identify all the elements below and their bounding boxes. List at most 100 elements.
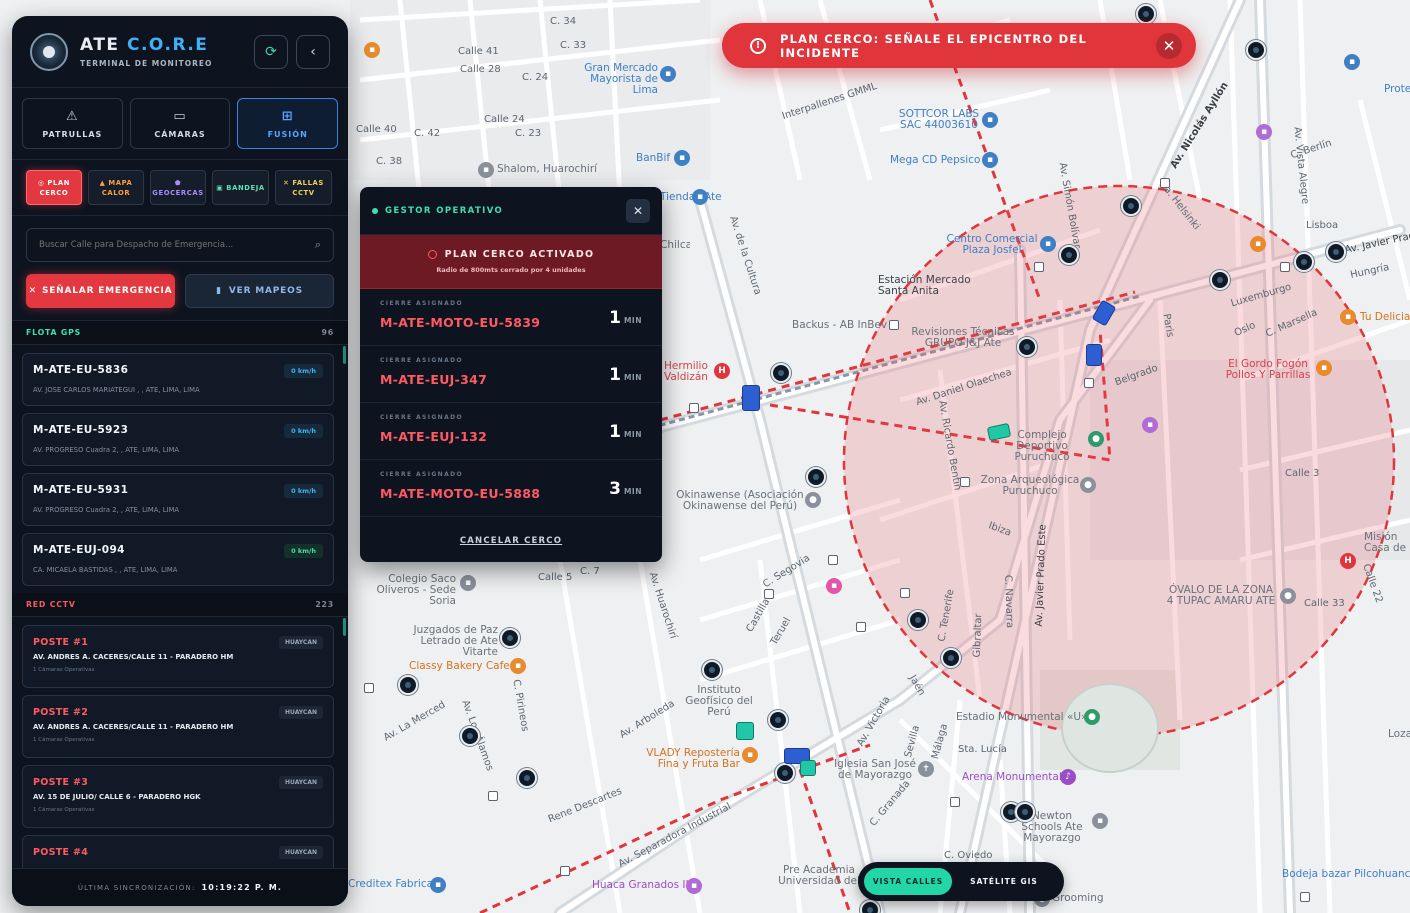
mapa-calor-button[interactable]: ▲ MAPA CALOR (88, 170, 144, 205)
map-pin[interactable] (889, 320, 899, 330)
museum-icon[interactable]: ▪ (686, 878, 702, 894)
list-item[interactable]: POSTE #2 AV. ANDRES A. CACERES/CALLE 11 … (22, 695, 334, 758)
poi-label[interactable]: Instituto Geofísico del Perú (672, 685, 766, 718)
landmark-icon[interactable]: ● (805, 492, 821, 508)
close-icon[interactable]: ✕ (626, 198, 650, 223)
poi-label[interactable]: Pre Academia Universidad del (778, 865, 860, 887)
cart-icon[interactable]: ▪ (982, 152, 998, 168)
map-pin[interactable] (1280, 262, 1290, 272)
patrol-vehicle-icon[interactable] (742, 385, 760, 411)
restaurant-icon[interactable]: ▪ (364, 42, 380, 58)
satelite-gis-button[interactable]: SATÉLITE GIS (952, 868, 1056, 895)
poi-label[interactable]: BanBif (636, 153, 670, 164)
scrollbar[interactable] (343, 346, 346, 364)
shop-icon[interactable]: ▪ (826, 578, 842, 594)
tab-patrullas[interactable]: ⚠ PATRULLAS (22, 98, 123, 149)
restaurant-icon[interactable]: ▪ (1340, 309, 1356, 325)
poi-label[interactable]: Classy Bakery Cafe (409, 661, 510, 672)
map-pin[interactable] (950, 797, 960, 807)
stadium-icon[interactable]: ● (1084, 709, 1100, 725)
refresh-button[interactable]: ⟳ (254, 34, 288, 69)
cctv-marker[interactable] (1121, 196, 1141, 216)
poi-label[interactable]: Hermilio Valdizán (664, 361, 714, 383)
cctv-marker[interactable] (1059, 245, 1079, 265)
map-pin[interactable] (560, 866, 570, 876)
close-icon[interactable]: ✕ (1156, 32, 1182, 59)
cctv-marker[interactable] (1015, 802, 1035, 822)
poi-label[interactable]: Huaca Granados II (592, 880, 689, 891)
cctv-marker[interactable] (768, 710, 788, 730)
cctv-marker[interactable] (500, 628, 520, 648)
shop-icon[interactable]: ▪ (430, 877, 446, 893)
shipping-icon[interactable]: ▪ (478, 162, 494, 178)
museum-icon[interactable]: ▪ (1142, 417, 1158, 433)
senalar-emergencia-button[interactable]: ✕ SEÑALAR EMERGENCIA (26, 274, 175, 308)
poi-label[interactable]: Centro Comercial Plaza Josfel (946, 234, 1038, 256)
poi-label[interactable]: Revisiones Técnicas GRUPO J&J Ate (908, 327, 1018, 349)
poi-label[interactable]: Colegio Saco Oliveros - Sede Soria (350, 574, 456, 607)
poi-label[interactable]: Shalom, Huarochirí (497, 164, 597, 175)
list-item[interactable]: POSTE #3 AV. 15 DE JULIO/ CALLE 6 - PARA… (22, 765, 334, 828)
cart-icon[interactable]: ▪ (1040, 236, 1056, 252)
poi-label[interactable]: El Gordo Fogón Pollos Y Parrillas (1222, 359, 1314, 381)
poi-label[interactable]: ÓVALO DE LA ZONA 4 TUPAC AMARU ATE (1164, 585, 1278, 607)
plan-cerco-button[interactable]: ◎ PLAN CERCO (26, 170, 82, 205)
map-pin[interactable] (1034, 262, 1044, 272)
poi-label[interactable]: VLADY Repostería Fina y Fruta Bar (646, 748, 740, 770)
vista-calles-button[interactable]: VISTA CALLES (864, 868, 952, 895)
scrollbar[interactable] (343, 618, 346, 636)
patrol-motorcycle-icon[interactable] (800, 760, 816, 776)
bandeja-button[interactable]: ▣ BANDEJA (212, 170, 269, 205)
poi-label[interactable]: Juzgados de Paz Letrado de Ate Vitarte (406, 625, 498, 658)
cart-icon[interactable]: ▪ (660, 66, 676, 82)
poi-label[interactable]: Iglesia San José de Mayorazgo (832, 759, 918, 781)
assignment-row[interactable]: CIERRE ASIGNADO M-ATE-EUJ-132 1 MIN (360, 403, 662, 460)
restaurant-icon[interactable]: ▪ (1316, 360, 1332, 376)
poi-label[interactable]: Chilcayo (660, 240, 690, 251)
poi-label[interactable]: Tu Delicia (1360, 312, 1410, 323)
poi-label[interactable]: Backus - AB InBev (792, 320, 887, 331)
poi-label[interactable]: Okinawense (Asociación Okinawense del Pe… (676, 490, 804, 512)
search-icon[interactable]: ⌕ (315, 238, 321, 252)
map-pin[interactable] (856, 622, 866, 632)
map-pin[interactable] (488, 791, 498, 801)
collapse-sidebar-button[interactable]: ‹ (296, 34, 330, 69)
cctv-marker[interactable] (1136, 4, 1156, 24)
poi-label[interactable]: Loza (1388, 729, 1410, 740)
poi-label[interactable]: Protección para (1384, 84, 1410, 95)
cart-icon[interactable]: ▪ (692, 189, 708, 205)
tab-camaras[interactable]: ▭ CÁMARAS (129, 98, 231, 149)
patrol-vehicle-icon[interactable] (1086, 344, 1102, 366)
cctv-marker[interactable] (860, 900, 880, 913)
cctv-marker[interactable] (1294, 252, 1314, 272)
landmark-icon[interactable]: ● (1080, 477, 1096, 493)
geocercas-button[interactable]: ⬟ GEOCERCAS (150, 170, 206, 205)
poi-label[interactable]: Estadio Monumental «U» (956, 712, 1087, 723)
cctv-marker[interactable] (460, 726, 480, 746)
map-pin[interactable] (828, 555, 838, 565)
museum-icon[interactable]: ▪ (1256, 124, 1272, 140)
map-pin[interactable] (1300, 892, 1310, 902)
assignment-row[interactable]: CIERRE ASIGNADO M-ATE-MOTO-EU-5888 3 MIN (360, 460, 662, 517)
cctv-marker[interactable] (806, 467, 826, 487)
school-icon[interactable]: ▪ (460, 575, 476, 591)
list-item[interactable]: M-ATE-EU-5836 AV. JOSE CARLOS MARIATEGUI… (22, 353, 334, 406)
bakery-icon[interactable]: ▪ (742, 747, 758, 763)
music-icon[interactable]: ♪ (1060, 769, 1076, 785)
map-pin[interactable] (1160, 178, 1170, 188)
poi-label[interactable]: Estación Mercado Santa Anita (878, 275, 976, 297)
cctv-marker[interactable] (1246, 40, 1266, 60)
assignment-row[interactable]: CIERRE ASIGNADO M-ATE-MOTO-EU-5839 1 MIN (360, 289, 662, 346)
bank-icon[interactable]: ▪ (674, 150, 690, 166)
assignment-row[interactable]: CIERRE ASIGNADO M-ATE-EUJ-347 1 MIN (360, 346, 662, 403)
search-input[interactable] (39, 240, 315, 250)
poi-label[interactable]: Grooming (1052, 893, 1104, 904)
hospital-icon[interactable]: H (714, 363, 730, 379)
list-item[interactable]: POSTE #1 AV. ANDRES A. CACERES/CALLE 11 … (22, 625, 334, 688)
poi-label[interactable]: Gran Mercado Mayorista de Lima (562, 63, 658, 96)
list-item[interactable]: M-ATE-EU-5923 AV. PROGRESO Cuadra 2, , A… (22, 413, 334, 466)
cctv-marker[interactable] (702, 660, 722, 680)
map-pin[interactable] (364, 683, 374, 693)
cctv-marker[interactable] (908, 610, 928, 630)
lock-icon[interactable]: ▪ (982, 112, 998, 128)
